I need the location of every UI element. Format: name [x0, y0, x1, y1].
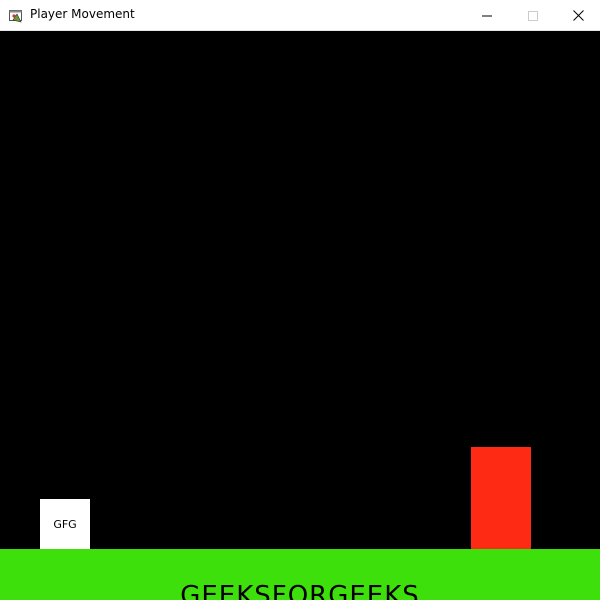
close-icon [572, 6, 584, 25]
player-block: GFG [40, 499, 90, 549]
maximize-button[interactable] [510, 0, 556, 30]
ground-text: GEEKSFORGEEKS [180, 581, 420, 600]
obstacle-block [471, 447, 531, 549]
minimize-button[interactable] [464, 0, 510, 30]
game-window: Player Movement GFG GEEKSFORGEEKS [0, 0, 600, 600]
minimize-icon [482, 6, 492, 25]
player-label: GFG [53, 517, 77, 531]
ground: GEEKSFORGEEKS [0, 549, 600, 600]
game-canvas[interactable]: GFG GEEKSFORGEEKS [0, 31, 600, 600]
window-title: Player Movement [30, 7, 135, 21]
close-button[interactable] [555, 0, 600, 30]
maximize-icon [528, 6, 538, 25]
app-icon [8, 8, 24, 24]
title-bar[interactable]: Player Movement [0, 0, 600, 31]
